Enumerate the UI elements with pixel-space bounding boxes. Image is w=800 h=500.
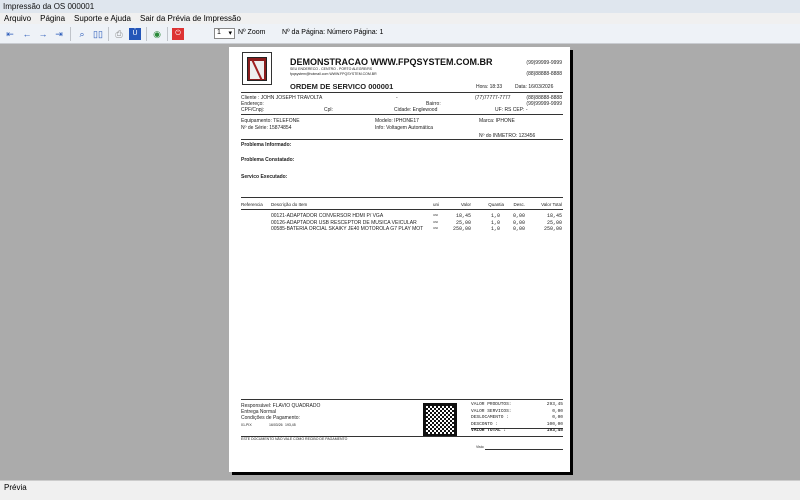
page-label: Nº da Página: Número Página: 1 bbox=[282, 29, 384, 36]
data: Data: 16/03/2026 bbox=[515, 84, 554, 90]
prev-page-icon[interactable]: ← bbox=[21, 28, 33, 40]
zoom-select[interactable]: 1 ▾ bbox=[214, 28, 235, 39]
zoom-label: Nº Zoom bbox=[238, 29, 266, 36]
uf-cep: UF: RS CEP: - bbox=[495, 107, 528, 113]
info: Info: Voltagem Automática bbox=[375, 125, 434, 131]
cpl: Cpl: bbox=[324, 107, 333, 113]
cell-valor: 250,00 bbox=[452, 226, 471, 232]
total-value: 0,00 bbox=[552, 408, 563, 414]
menu-sair[interactable]: Sair da Prévia de Impressão bbox=[140, 14, 241, 23]
total-value: 193,45 bbox=[546, 428, 563, 433]
separator-dash: - bbox=[396, 95, 398, 101]
cell-desc: 00126-ADAPTADOR USB RESCEPTOR DE MUSICA … bbox=[271, 219, 417, 226]
clipboard-logo-icon bbox=[242, 52, 272, 85]
problema-informado: Problema Informado: bbox=[241, 142, 292, 148]
servico-executado: Servico Executado: bbox=[241, 174, 288, 180]
condicoes-pagamento: Condições de Pagamento: bbox=[241, 415, 300, 421]
export-icon[interactable]: Ü bbox=[129, 28, 141, 40]
zoom-icon[interactable]: ⌕ bbox=[76, 28, 88, 40]
cell-total: 18,45 bbox=[546, 213, 562, 219]
first-page-icon[interactable]: ⇤ bbox=[4, 28, 16, 40]
email-icon[interactable]: ◉ bbox=[151, 28, 163, 40]
cell-desc: 00585-BATERIA ORCIAL SKAIKY JE40 MOTOROL… bbox=[271, 226, 424, 232]
footer-note: ESTE DOCUMENTO NÃO VALE COMO RECIBO DE P… bbox=[241, 437, 348, 441]
report-title: ORDEM DE SERVICO 000001 bbox=[290, 82, 394, 91]
next-page-icon[interactable]: → bbox=[37, 28, 49, 40]
pagamento-valor: 193,45 bbox=[285, 423, 296, 427]
cidade: Cidade: Englewood bbox=[394, 107, 438, 113]
col-valor-total: Valor Total bbox=[541, 202, 562, 207]
cliente-phone: (77)77777-7777 bbox=[475, 95, 511, 101]
problema-constatado: Problema Constatado: bbox=[241, 157, 295, 163]
col-referencia: Referencia bbox=[241, 202, 263, 207]
equipamento: Equipamento: TELEFONE bbox=[241, 118, 300, 124]
cpf: CPF/Cnpj: bbox=[241, 107, 265, 113]
report-page: DEMONSTRACAO WWW.FPQSYSTEM.COM.BR SEU EN… bbox=[229, 47, 570, 472]
cell-total: 250,00 bbox=[543, 226, 562, 232]
company-name: DEMONSTRACAO WWW.FPQSYSTEM.COM.BR bbox=[290, 57, 493, 67]
cell-valor: 18,45 bbox=[455, 213, 471, 219]
visto-label: Visto bbox=[476, 445, 484, 449]
menu-arquivo[interactable]: Arquivo bbox=[4, 14, 31, 23]
status-bar: Prévia bbox=[0, 480, 800, 500]
marca: Marca: IPHONE bbox=[479, 118, 515, 124]
chevron-down-icon: ▾ bbox=[228, 30, 232, 37]
company-email: fpqsystem@hotmail.com WWW.FPQSYSTEM.COM.… bbox=[290, 72, 377, 76]
total-label: DESLOCAMENTO : bbox=[471, 415, 509, 420]
company-phone: (88)88888-8888 bbox=[526, 71, 562, 77]
menu-bar: Arquivo Página Suporte e Ajuda Sair da Prév… bbox=[0, 13, 800, 24]
total-value: 293,45 bbox=[546, 402, 563, 407]
last-page-icon[interactable]: ⇥ bbox=[53, 28, 65, 40]
cell-desc: 00121-ADAPTADOR CONVERSOR HDMI P/ VGA bbox=[271, 213, 384, 219]
company-phone: (99)99999-9999 bbox=[526, 60, 562, 66]
menu-pagina[interactable]: Página bbox=[40, 14, 65, 23]
total-label: DESCONTO : bbox=[471, 421, 499, 427]
window-title: Impressão da OS 000001 bbox=[0, 0, 800, 13]
two-pages-icon[interactable]: ▯▯ bbox=[92, 28, 104, 40]
menu-suporte[interactable]: Suporte e Ajuda bbox=[74, 14, 131, 23]
cell-uni: UNI bbox=[433, 213, 439, 217]
cell-valor: 25,00 bbox=[455, 219, 471, 226]
cell-qtd: 1,0 bbox=[490, 226, 500, 232]
pagamento-forma: 01-PIX bbox=[241, 423, 252, 427]
hora: Hora: 18:33 bbox=[476, 84, 503, 90]
cell-uni: UNI bbox=[433, 226, 439, 230]
cell-qtd: 1,0 bbox=[490, 219, 500, 226]
close-preview-icon[interactable]: ⏻ bbox=[172, 28, 184, 40]
print-icon[interactable]: ⎙ bbox=[113, 28, 125, 40]
col-quantia: Quantia bbox=[488, 202, 504, 207]
cell-uni: UNI bbox=[433, 219, 439, 224]
toolbar: ⇤ ← → ⇥ ⌕ ▯▯ ⎙ Ü ◉ ⏻ bbox=[0, 24, 800, 44]
cell-qtd: 1,0 bbox=[490, 213, 500, 219]
pagamento-data: 16/03/26 bbox=[269, 423, 283, 427]
col-uni: uni bbox=[433, 202, 440, 207]
company-address: SEU ENDERECO - CENTRO - PORTO ALEGRE/RS bbox=[290, 67, 373, 71]
total-value: 100,00 bbox=[546, 421, 563, 427]
modelo: Modelo: IPHONE17 bbox=[375, 118, 419, 124]
cell-desc_v: 0,00 bbox=[512, 226, 525, 232]
cell-total: 25,00 bbox=[546, 219, 562, 226]
total-value: 0,00 bbox=[552, 415, 563, 420]
signature-line bbox=[485, 449, 563, 450]
col-desc: Desc. bbox=[513, 202, 525, 207]
cliente-phone: (99)99999-9999 bbox=[526, 101, 562, 107]
col-valor: Valor bbox=[460, 202, 471, 207]
total-label: VALOR PRODUTOS: bbox=[471, 402, 512, 407]
cell-desc_v: 0,00 bbox=[512, 219, 525, 226]
total-label: VALOR TOTAL : bbox=[471, 428, 507, 433]
total-label: VALOR SERVICOS: bbox=[471, 408, 512, 414]
col-descricao: Descrição do Item bbox=[271, 202, 308, 207]
serie: Nº de Série: 15874854 bbox=[241, 125, 292, 131]
qr-code-icon bbox=[423, 403, 457, 437]
cell-desc_v: 0,00 bbox=[512, 213, 525, 219]
